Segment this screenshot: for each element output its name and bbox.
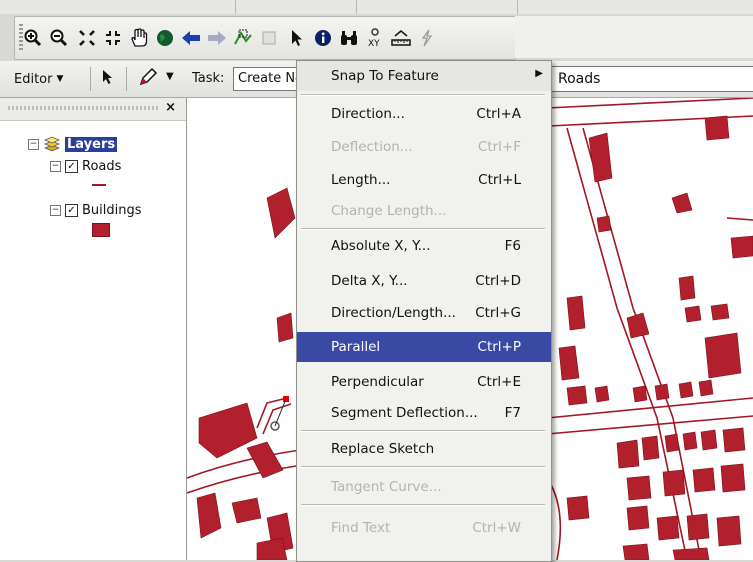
menu-item-perpendicular[interactable]: Perpendicular Ctrl+E (297, 367, 551, 397)
menu-item-shortcut: Ctrl+A (476, 106, 521, 122)
menu-item-deflection: Deflection... Ctrl+F (297, 132, 551, 162)
tools-toolbar: XY (14, 16, 516, 60)
top-strip-cell (0, 0, 236, 14)
menu-item-direction-length[interactable]: Direction/Length... Ctrl+G (297, 298, 551, 328)
roads-symbol (92, 184, 106, 186)
table-of-contents: × − Layers − ✓ Roads − ✓ Buildings (0, 98, 187, 560)
menu-item-absolute-xy[interactable]: Absolute X, Y... F6 (297, 231, 551, 261)
menu-item-shortcut: Ctrl+E (477, 374, 521, 390)
menu-item-label: Direction/Length... (331, 305, 456, 321)
menu-item-parallel[interactable]: Parallel Ctrl+P (297, 332, 551, 362)
menu-item-label: Segment Deflection... (331, 405, 478, 421)
toc-layer-buildings[interactable]: − ✓ Buildings (50, 203, 142, 218)
hyperlink-icon[interactable] (415, 26, 439, 50)
edit-tool-icon[interactable] (102, 69, 114, 89)
menu-item-direction[interactable]: Direction... Ctrl+A (297, 99, 551, 129)
collapse-icon[interactable]: − (50, 161, 61, 172)
layer-visibility-checkbox[interactable]: ✓ (65, 204, 78, 217)
collapse-icon[interactable]: − (50, 205, 61, 216)
top-strip-cell (236, 0, 357, 14)
select-elements-icon[interactable] (285, 26, 309, 50)
menu-item-segment-deflection[interactable]: Segment Deflection... F7 (297, 398, 551, 428)
toc-title-bar: × (0, 98, 186, 121)
sketch-tool-icon[interactable] (138, 67, 158, 91)
toc-root-row[interactable]: − Layers (28, 136, 118, 152)
forward-icon[interactable] (205, 26, 229, 50)
svg-text:XY: XY (368, 39, 380, 48)
menu-item-shortcut: Ctrl+G (475, 305, 521, 321)
menu-item-label: Snap To Feature (331, 68, 439, 84)
select-features-icon[interactable] (231, 26, 255, 50)
menu-item-label: Absolute X, Y... (331, 238, 431, 254)
menu-separator (301, 430, 545, 432)
top-strip-cell (357, 0, 518, 14)
fixed-zoom-in-icon[interactable] (75, 26, 99, 50)
menu-separator (301, 466, 545, 468)
task-label: Task: (192, 71, 225, 86)
menu-item-delta-xy[interactable]: Delta X, Y... Ctrl+D (297, 266, 551, 296)
menu-item-shortcut: Ctrl+P (477, 339, 521, 355)
menu-item-label: Parallel (331, 339, 381, 355)
menu-item-label: Length... (331, 172, 391, 188)
sketch-segment (274, 398, 287, 427)
find-icon[interactable] (337, 26, 361, 50)
full-extent-icon[interactable] (153, 26, 177, 50)
menu-separator (301, 504, 545, 506)
menu-item-shortcut: Ctrl+W (472, 520, 521, 536)
menu-item-find-text: Find Text Ctrl+W (297, 513, 551, 543)
measure-icon[interactable] (389, 26, 413, 50)
close-icon[interactable]: × (165, 100, 176, 115)
zoom-in-icon[interactable] (21, 26, 45, 50)
submenu-arrow-icon: ▶ (535, 68, 543, 79)
menu-item-replace-sketch[interactable]: Replace Sketch (297, 434, 551, 464)
menu-separator (301, 94, 545, 96)
menu-item-label: Direction... (331, 106, 405, 122)
toc-grip[interactable] (8, 106, 158, 110)
menu-item-change-length: Change Length... (297, 196, 551, 226)
toc-layer-roads[interactable]: − ✓ Roads (50, 159, 121, 174)
menu-item-label: Replace Sketch (331, 441, 435, 457)
menu-item-shortcut: F6 (504, 238, 521, 254)
layer-name-label[interactable]: Buildings (82, 203, 142, 218)
layers-icon (43, 136, 61, 152)
pan-icon[interactable] (127, 26, 151, 50)
toolbar-background-area (515, 16, 753, 58)
collapse-icon[interactable]: − (28, 138, 39, 150)
menu-item-label: Deflection... (331, 139, 413, 155)
menu-item-label: Change Length... (331, 203, 447, 219)
toc-root-label[interactable]: Layers (65, 136, 118, 152)
menu-item-label: Perpendicular (331, 374, 424, 390)
task-dropdown[interactable]: Create New Feature (233, 67, 303, 91)
layer-visibility-checkbox[interactable]: ✓ (65, 160, 78, 173)
chevron-down-icon: ▼ (56, 74, 64, 84)
menu-item-shortcut: Ctrl+L (478, 172, 521, 188)
menu-item-label: Tangent Curve... (331, 479, 442, 495)
menu-item-label: Find Text (331, 520, 391, 536)
back-icon[interactable] (179, 26, 203, 50)
menu-separator (301, 228, 545, 230)
buildings-symbol (92, 223, 110, 237)
zoom-out-icon[interactable] (47, 26, 71, 50)
target-layer-dropdown[interactable]: Roads (551, 66, 753, 92)
window-top-strip (0, 0, 753, 14)
menu-item-shortcut: F7 (504, 405, 521, 421)
layer-name-label[interactable]: Roads (82, 159, 121, 174)
menu-item-length[interactable]: Length... Ctrl+L (297, 165, 551, 195)
go-to-xy-icon[interactable]: XY (363, 26, 387, 50)
identify-icon[interactable] (311, 26, 335, 50)
chevron-down-icon[interactable]: ▼ (166, 71, 174, 82)
menu-item-shortcut: Ctrl+F (477, 139, 521, 155)
editor-menu-label: Editor (14, 71, 53, 87)
sketch-context-menu: Snap To Feature ▶ Direction... Ctrl+A De… (296, 60, 552, 562)
menu-item-tangent-curve: Tangent Curve... (297, 472, 551, 502)
editor-menu-button[interactable]: Editor ▼ (14, 69, 63, 89)
menu-item-shortcut: Ctrl+D (475, 273, 521, 289)
menu-item-snap-to-feature[interactable]: Snap To Feature ▶ (297, 61, 551, 91)
menu-item-label: Delta X, Y... (331, 273, 408, 289)
fixed-zoom-out-icon[interactable] (101, 26, 125, 50)
toolbar-separator (126, 67, 127, 91)
clear-selection-icon[interactable] (257, 26, 281, 50)
toolbar-separator (90, 67, 91, 91)
